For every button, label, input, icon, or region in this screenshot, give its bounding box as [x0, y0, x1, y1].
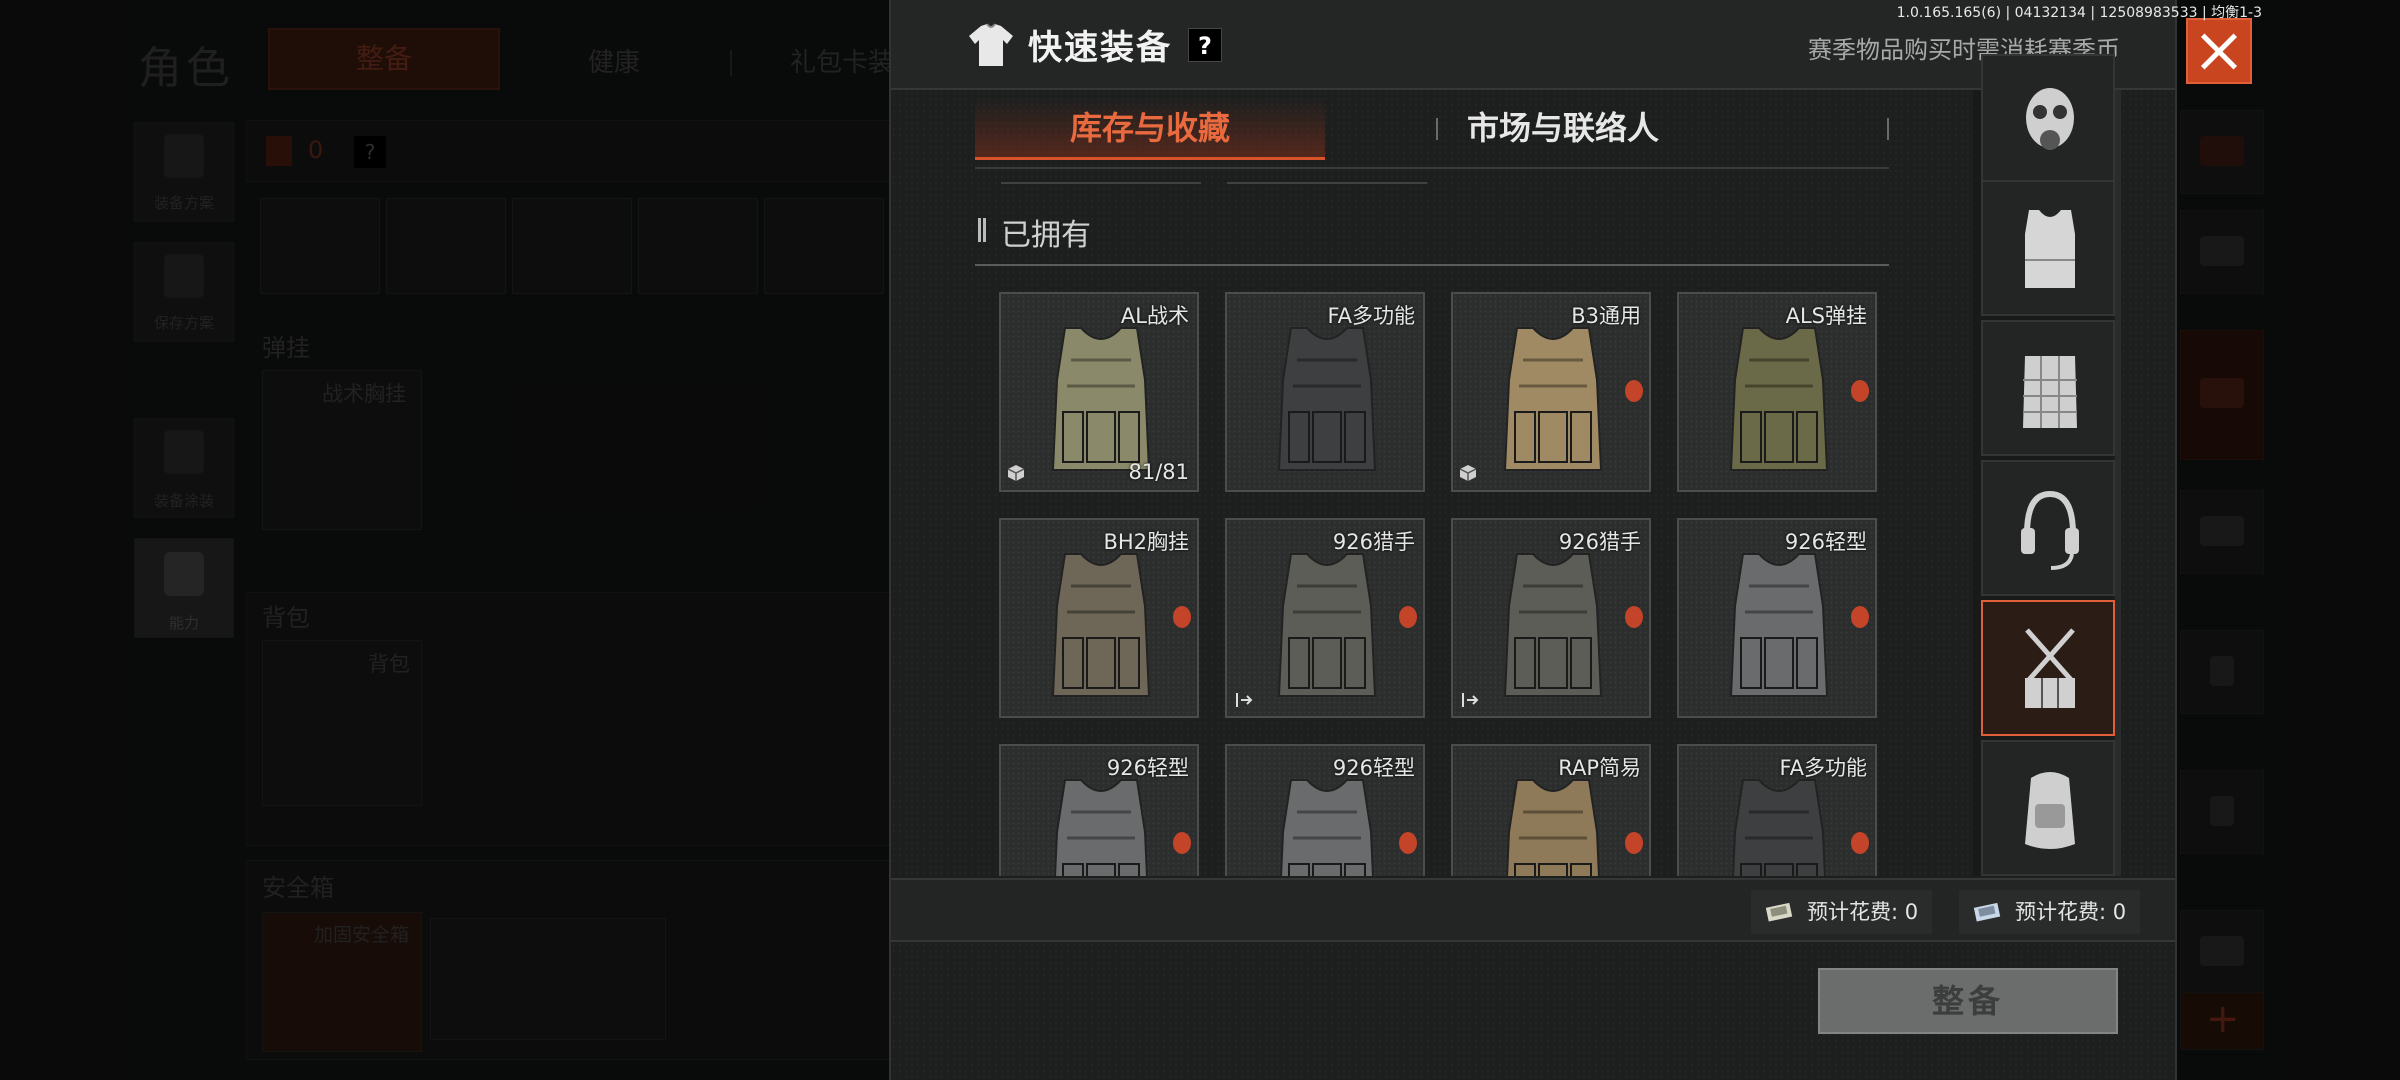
- item-name: AL战术: [1120, 304, 1189, 328]
- season-badge-icon: [1399, 832, 1417, 854]
- close-button[interactable]: [2186, 18, 2252, 84]
- exit-icon: [1462, 693, 1479, 707]
- coin-cost-label: 预计花费: 0: [2015, 900, 2127, 924]
- season-badge-icon: [1173, 606, 1191, 628]
- season-badge-icon: [1625, 380, 1643, 402]
- category-backpack[interactable]: [1981, 740, 2115, 876]
- item-card[interactable]: FA多功能: [1225, 292, 1425, 492]
- tab-inventory[interactable]: 库存与收藏: [975, 98, 1325, 160]
- season-badge-icon: [1851, 606, 1869, 628]
- category-column: [1973, 54, 2115, 876]
- category-plate-carrier[interactable]: [1981, 320, 2115, 456]
- vest-icon: [1051, 553, 1151, 697]
- season-badge-icon: [1625, 832, 1643, 854]
- item-card[interactable]: AL战术 81/81: [999, 292, 1199, 492]
- item-name: 926猎手: [1332, 530, 1415, 554]
- section-divider: [975, 264, 1889, 266]
- body-armor-icon: [2025, 210, 2075, 288]
- sub-filter-line: [1227, 182, 1427, 184]
- vest-icon: [1729, 327, 1829, 471]
- cube-icon: [1459, 465, 1477, 481]
- item-name: FA多功能: [1327, 304, 1415, 328]
- section-marker: [978, 218, 986, 242]
- item-card[interactable]: FA多功能: [1677, 744, 1877, 876]
- category-chest-rig[interactable]: [1981, 600, 2115, 736]
- item-name: 926猎手: [1558, 530, 1641, 554]
- exit-icon: [1236, 693, 1253, 707]
- season-badge-icon: [1851, 380, 1869, 402]
- item-name: B3通用: [1571, 304, 1641, 328]
- item-name: BH2胸挂: [1103, 530, 1189, 554]
- category-gas-mask[interactable]: [1981, 54, 2115, 190]
- item-card[interactable]: B3通用: [1451, 292, 1651, 492]
- version-info: 1.0.165.165(6) | 04132134 | 12508983533 …: [1896, 5, 2262, 21]
- vest-icon: [1277, 553, 1377, 697]
- equip-button[interactable]: 整备: [1818, 968, 2118, 1034]
- item-name: FA多功能: [1779, 756, 1867, 780]
- vest-icon: [1051, 327, 1151, 471]
- backpack-icon: [2025, 772, 2075, 849]
- coin-cost: 预计花费: 0: [1959, 890, 2141, 934]
- chest-rig-icon: [2025, 628, 2075, 708]
- item-card[interactable]: 926轻型: [1677, 518, 1877, 718]
- category-scrollbar[interactable]: [2115, 90, 2121, 876]
- item-card[interactable]: 926轻型: [1225, 744, 1425, 876]
- season-badge-icon: [1625, 606, 1643, 628]
- season-badge-icon: [1399, 606, 1417, 628]
- vest-icon: [1503, 327, 1603, 471]
- plate-carrier-icon: [2023, 356, 2077, 428]
- cash-icon: [1765, 902, 1793, 922]
- cost-bar: 预计花费: 0 预计花费: 0: [891, 878, 2175, 942]
- cash-cost: 预计花费: 0: [1751, 890, 1933, 934]
- category-body-armor[interactable]: [1981, 180, 2115, 316]
- coin-icon: [1973, 902, 2001, 922]
- vest-icon: [1503, 553, 1603, 697]
- tab-market[interactable]: 市场与联络人: [1347, 98, 1779, 160]
- vest-icon: [1506, 779, 1600, 876]
- vest-icon: [1729, 553, 1829, 697]
- gas-mask-icon: [2026, 88, 2074, 150]
- item-name: ALS弹挂: [1785, 304, 1867, 328]
- tabs-divider: [975, 167, 1889, 169]
- quick-equip-dialog: 快速装备 ? 赛季物品购买时需消耗赛季币 库存与收藏 市场与联络人 已拥有 AL…: [889, 0, 2177, 1080]
- vest-icon: [1277, 327, 1377, 471]
- item-name: 926轻型: [1106, 756, 1189, 780]
- section-title: 已拥有: [1001, 218, 1091, 253]
- item-card[interactable]: 926猎手: [1225, 518, 1425, 718]
- cash-cost-label: 预计花费: 0: [1807, 900, 1919, 924]
- sub-filter-line: [1001, 182, 1201, 184]
- item-card[interactable]: 926猎手: [1451, 518, 1651, 718]
- tab-separator: [1887, 118, 1889, 140]
- vest-icon: [1280, 779, 1374, 876]
- inventory-panel: 库存与收藏 市场与联络人 已拥有 AL战术 81/81 FA多功能 B3通用 ALS弹挂…: [891, 0, 1891, 876]
- item-name: 926轻型: [1332, 756, 1415, 780]
- vest-icon: [1732, 779, 1826, 876]
- game-screen: 角色 整备 健康 礼包卡装 装备方案 保存方案 装备涂装 能力 0 ? 弹挂 战…: [0, 0, 2400, 1080]
- headset-icon: [2021, 490, 2079, 570]
- item-card[interactable]: 926轻型: [999, 744, 1199, 876]
- item-card[interactable]: ALS弹挂: [1677, 292, 1877, 492]
- season-badge-icon: [1851, 832, 1869, 854]
- vest-icon: [1054, 779, 1148, 876]
- season-badge-icon: [1173, 832, 1191, 854]
- category-headset[interactable]: [1981, 460, 2115, 596]
- item-card[interactable]: RAP简易: [1451, 744, 1651, 876]
- item-card[interactable]: BH2胸挂: [999, 518, 1199, 718]
- item-name: 926轻型: [1784, 530, 1867, 554]
- item-name: RAP简易: [1558, 756, 1641, 780]
- item-count: 81/81: [1128, 460, 1189, 484]
- cube-icon: [1007, 465, 1025, 481]
